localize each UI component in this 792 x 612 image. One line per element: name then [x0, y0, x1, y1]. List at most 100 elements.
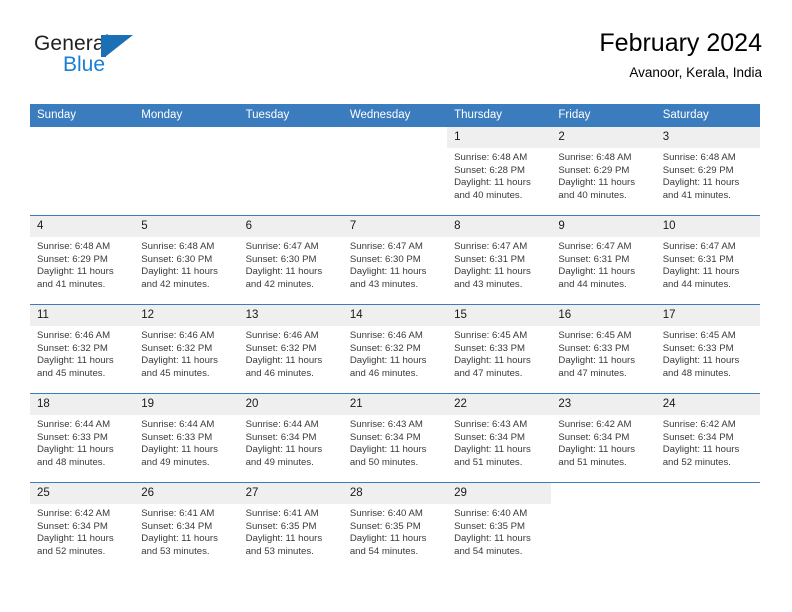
sunset-text: Sunset: 6:34 PM	[662, 431, 734, 443]
daylight-text: and 46 minutes.	[349, 367, 419, 379]
day-cell-27[interactable]: 27 Sunrise: 6:41 AM Sunset: 6:35 PM Dayligh…	[238, 483, 343, 571]
calendar-table: Sunday Monday Tuesday Wednesday Thursday Frid…	[30, 104, 760, 571]
logo-triangle	[105, 35, 133, 57]
sunrise-text: Sunrise: 6:46 AM	[37, 330, 111, 341]
day-details: Sunrise: 6:40 AM Sunset: 6:35 PM Daylight:…	[343, 504, 447, 558]
day-number: 5	[134, 216, 239, 237]
day-cell-3[interactable]: 3 Sunrise: 6:48 AM Sunset: 6:29 PM Daylight…	[655, 127, 760, 215]
day-cell-14[interactable]: 14 Sunrise: 6:46 AM Sunset: 6:32 PM Dayligh…	[342, 305, 448, 393]
day-details: Sunrise: 6:44 AM Sunset: 6:33 PM Daylight:…	[30, 415, 134, 469]
day-cell-19[interactable]: 19 Sunrise: 6:44 AM Sunset: 6:33 PM Dayligh…	[134, 394, 239, 482]
calendar-cell: 11 Sunrise: 6:46 AM Sunset: 6:32 PM Dayligh…	[30, 304, 135, 394]
calendar-cell: 17 Sunrise: 6:45 AM Sunset: 6:33 PM Dayligh…	[655, 304, 760, 394]
day-cell-20[interactable]: 20 Sunrise: 6:44 AM Sunset: 6:34 PM Dayligh…	[238, 394, 343, 482]
day-number: 23	[551, 394, 656, 415]
day-cell-28[interactable]: 28 Sunrise: 6:40 AM Sunset: 6:35 PM Dayligh…	[342, 483, 448, 571]
day-cell-2[interactable]: 2 Sunrise: 6:48 AM Sunset: 6:29 PM Daylight…	[551, 127, 656, 215]
sunset-text: Sunset: 6:32 PM	[141, 342, 213, 354]
day-cell-8[interactable]: 8 Sunrise: 6:47 AM Sunset: 6:31 PM Daylight…	[447, 216, 552, 304]
calendar-cell: 2 Sunrise: 6:48 AM Sunset: 6:29 PM Daylight…	[551, 127, 656, 216]
day-cell-6[interactable]: 6 Sunrise: 6:47 AM Sunset: 6:30 PM Daylight…	[238, 216, 343, 304]
day-details: Sunrise: 6:45 AM Sunset: 6:33 PM Daylight:…	[551, 326, 655, 380]
weekday-header-thursday: Thursday	[447, 104, 552, 127]
day-number: 20	[238, 394, 343, 415]
daylight-text: Daylight: 11 hours	[662, 355, 740, 367]
day-number: 18	[30, 394, 135, 415]
day-cell-5[interactable]: 5 Sunrise: 6:48 AM Sunset: 6:30 PM Daylight…	[134, 216, 239, 304]
day-cell-9[interactable]: 9 Sunrise: 6:47 AM Sunset: 6:31 PM Daylight…	[551, 216, 656, 304]
daylight-text: and 46 minutes.	[245, 367, 314, 379]
brand-logo[interactable]: General Blue	[34, 32, 154, 88]
day-cell-23[interactable]: 23 Sunrise: 6:42 AM Sunset: 6:34 PM Dayligh…	[551, 394, 656, 482]
sunrise-text: Sunrise: 6:47 AM	[662, 241, 736, 252]
daylight-text: Daylight: 11 hours	[245, 355, 323, 367]
day-cell-16[interactable]: 16 Sunrise: 6:45 AM Sunset: 6:33 PM Dayligh…	[551, 305, 656, 393]
calendar-page: General Blue February 2024 Avanoor, Kera…	[0, 0, 792, 612]
sunset-text: Sunset: 6:30 PM	[141, 253, 213, 265]
day-cell-17[interactable]: 17 Sunrise: 6:45 AM Sunset: 6:33 PM Dayligh…	[655, 305, 760, 393]
calendar-week-row: 1 Sunrise: 6:48 AM Sunset: 6:28 PM Daylight…	[30, 127, 760, 216]
daylight-text: Daylight: 11 hours	[558, 177, 636, 189]
daylight-text: and 49 minutes.	[141, 456, 210, 468]
calendar-week-row: 25 Sunrise: 6:42 AM Sunset: 6:34 PM Dayligh…	[30, 482, 760, 571]
day-cell-25[interactable]: 25 Sunrise: 6:42 AM Sunset: 6:34 PM Dayligh…	[30, 483, 135, 571]
daylight-text: Daylight: 11 hours	[37, 444, 114, 456]
triangle-logo-icon	[101, 35, 133, 57]
sunset-text: Sunset: 6:28 PM	[454, 164, 526, 176]
sunrise-text: Sunrise: 6:42 AM	[558, 419, 632, 430]
day-number: 3	[655, 127, 760, 148]
day-details: Sunrise: 6:42 AM Sunset: 6:34 PM Daylight:…	[30, 504, 134, 558]
sunset-text: Sunset: 6:33 PM	[141, 431, 213, 443]
day-cell-empty	[551, 483, 655, 571]
daylight-text: and 53 minutes.	[245, 545, 314, 557]
day-cell-22[interactable]: 22 Sunrise: 6:43 AM Sunset: 6:34 PM Dayligh…	[447, 394, 552, 482]
day-cell-4[interactable]: 4 Sunrise: 6:48 AM Sunset: 6:29 PM Daylight…	[30, 216, 135, 304]
sunrise-text: Sunrise: 6:48 AM	[558, 152, 632, 163]
day-details: Sunrise: 6:46 AM Sunset: 6:32 PM Daylight:…	[343, 326, 447, 380]
daylight-text: and 51 minutes.	[558, 456, 627, 468]
calendar-cell: 29 Sunrise: 6:40 AM Sunset: 6:35 PM Dayligh…	[447, 482, 552, 571]
sunset-text: Sunset: 6:30 PM	[349, 253, 421, 265]
sunrise-text: Sunrise: 6:42 AM	[662, 419, 736, 430]
daylight-text: Daylight: 11 hours	[454, 533, 531, 545]
day-number	[239, 127, 343, 148]
day-number	[30, 127, 134, 148]
sunrise-text: Sunrise: 6:47 AM	[454, 241, 528, 252]
day-details: Sunrise: 6:46 AM Sunset: 6:32 PM Daylight:…	[30, 326, 134, 380]
daylight-text: and 54 minutes.	[349, 545, 419, 557]
day-cell-29[interactable]: 29 Sunrise: 6:40 AM Sunset: 6:35 PM Dayligh…	[447, 483, 552, 571]
day-number	[343, 127, 447, 148]
day-number: 6	[238, 216, 343, 237]
sunset-text: Sunset: 6:34 PM	[245, 431, 317, 443]
day-details: Sunrise: 6:47 AM Sunset: 6:30 PM Daylight:…	[343, 237, 447, 291]
day-cell-empty	[343, 127, 447, 215]
day-details: Sunrise: 6:48 AM Sunset: 6:29 PM Daylight:…	[551, 148, 655, 202]
calendar-week-row: 18 Sunrise: 6:44 AM Sunset: 6:33 PM Dayligh…	[30, 393, 760, 483]
daylight-text: and 41 minutes.	[37, 278, 106, 290]
daylight-text: Daylight: 11 hours	[141, 355, 218, 367]
sunset-text: Sunset: 6:29 PM	[662, 164, 734, 176]
page-header: General Blue February 2024 Avanoor, Kera…	[30, 28, 762, 96]
day-cell-26[interactable]: 26 Sunrise: 6:41 AM Sunset: 6:34 PM Dayligh…	[134, 483, 239, 571]
day-details: Sunrise: 6:48 AM Sunset: 6:29 PM Daylight:…	[30, 237, 134, 291]
day-cell-10[interactable]: 10 Sunrise: 6:47 AM Sunset: 6:31 PM Dayligh…	[655, 216, 760, 304]
daylight-text: and 52 minutes.	[37, 545, 106, 557]
day-cell-13[interactable]: 13 Sunrise: 6:46 AM Sunset: 6:32 PM Dayligh…	[238, 305, 343, 393]
day-details: Sunrise: 6:43 AM Sunset: 6:34 PM Daylight:…	[343, 415, 447, 469]
day-number: 13	[238, 305, 343, 326]
sunset-text: Sunset: 6:35 PM	[454, 520, 526, 532]
day-number	[551, 483, 655, 504]
daylight-text: Daylight: 11 hours	[141, 533, 218, 545]
day-cell-18[interactable]: 18 Sunrise: 6:44 AM Sunset: 6:33 PM Dayligh…	[30, 394, 135, 482]
day-cell-24[interactable]: 24 Sunrise: 6:42 AM Sunset: 6:34 PM Dayligh…	[655, 394, 760, 482]
day-details: Sunrise: 6:45 AM Sunset: 6:33 PM Daylight:…	[447, 326, 551, 380]
day-cell-7[interactable]: 7 Sunrise: 6:47 AM Sunset: 6:30 PM Daylight…	[342, 216, 448, 304]
daylight-text: and 44 minutes.	[662, 278, 731, 290]
day-cell-11[interactable]: 11 Sunrise: 6:46 AM Sunset: 6:32 PM Dayligh…	[30, 305, 135, 393]
sunrise-text: Sunrise: 6:46 AM	[245, 330, 319, 341]
day-cell-12[interactable]: 12 Sunrise: 6:46 AM Sunset: 6:32 PM Dayligh…	[134, 305, 239, 393]
day-cell-15[interactable]: 15 Sunrise: 6:45 AM Sunset: 6:33 PM Dayligh…	[447, 305, 552, 393]
day-cell-1[interactable]: 1 Sunrise: 6:48 AM Sunset: 6:28 PM Daylight…	[447, 127, 552, 215]
daylight-text: Daylight: 11 hours	[454, 355, 531, 367]
day-cell-21[interactable]: 21 Sunrise: 6:43 AM Sunset: 6:34 PM Dayligh…	[342, 394, 448, 482]
